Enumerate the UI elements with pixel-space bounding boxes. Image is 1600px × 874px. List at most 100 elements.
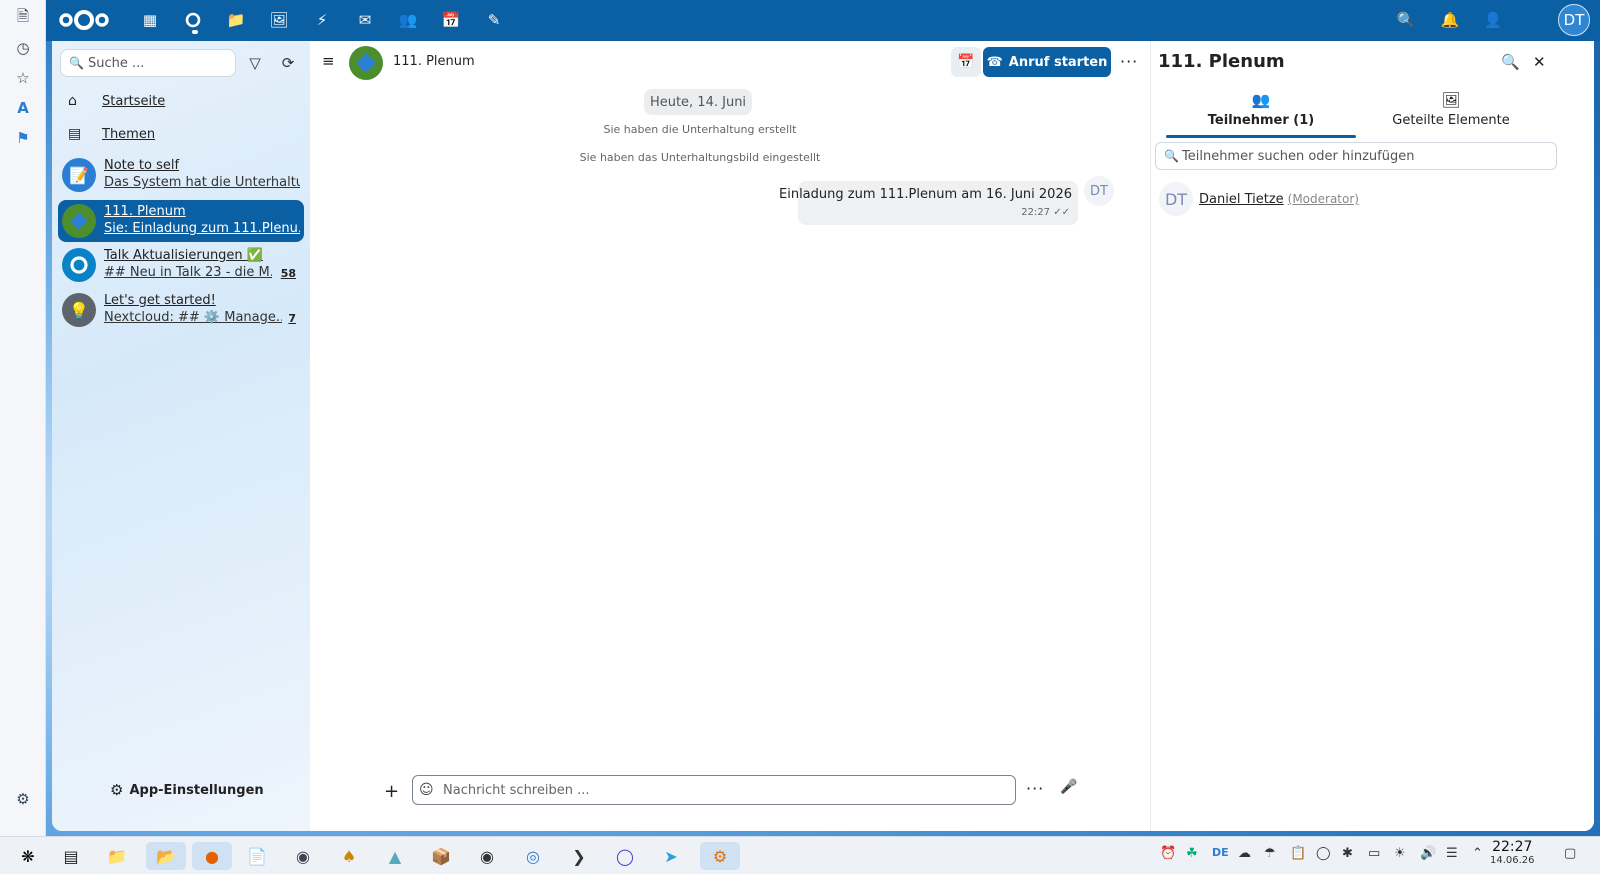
archive-icon[interactable]: 📦 <box>427 842 455 870</box>
system-clock[interactable]: 22:27 14.06.26 <box>1490 839 1535 866</box>
participant-avatar: DT <box>1159 182 1193 216</box>
tray-app-icon[interactable]: ☘ <box>1186 846 1198 861</box>
cards-icon[interactable]: ♠ <box>335 842 363 870</box>
alarm-icon[interactable]: ⏰ <box>1160 846 1176 861</box>
participant-row[interactable]: DT Daniel Tietze (Moderator) <box>1159 181 1359 217</box>
file-dialog-icon[interactable]: 📂 <box>146 842 186 870</box>
browser-icon[interactable]: ◎ <box>519 842 547 870</box>
message-time-text: 22:27 <box>1021 207 1051 218</box>
photos-icon[interactable]: 🖼 <box>268 9 290 31</box>
search-icon[interactable]: 🔍 <box>1501 53 1520 71</box>
disk-icon[interactable]: ◉ <box>289 842 317 870</box>
tag-icon[interactable]: ⚑ <box>12 127 34 149</box>
spy-icon[interactable]: ◉ <box>473 842 501 870</box>
vpn-icon[interactable]: ◯ <box>1316 846 1331 861</box>
mail-icon[interactable]: ✉ <box>354 9 376 31</box>
conversation-title: Talk Aktualisierungen ✅ <box>104 248 263 263</box>
gear-icon[interactable]: ⚙ <box>12 788 34 810</box>
cloud-sync-icon[interactable]: ☂ <box>1264 846 1276 861</box>
star-icon[interactable]: ☆ <box>12 67 34 89</box>
conversation-item[interactable]: 📝 Note to self Das System hat die Unterh… <box>58 154 304 196</box>
nav-startseite[interactable]: ⌂ Startseite <box>68 89 165 113</box>
toggle-sidebar-icon[interactable]: ≡ <box>322 52 335 70</box>
message-input[interactable]: ☺ Nachricht schreiben ... <box>412 775 1016 805</box>
firefox-icon[interactable]: ● <box>192 842 232 870</box>
bluetooth-icon[interactable]: ✱ <box>1342 846 1353 861</box>
wifi-icon[interactable]: ☰ <box>1446 846 1458 861</box>
start-call-button[interactable]: ☎ Anruf starten <box>983 47 1111 77</box>
system-message: Sie haben das Unterhaltungsbild eingeste… <box>579 151 821 164</box>
search-icon[interactable]: 🔍 <box>1395 9 1417 31</box>
more-options-icon[interactable]: ··· <box>1120 52 1138 71</box>
app-settings-button[interactable]: ⚙ App-Einstellungen <box>110 781 264 799</box>
tab-participants[interactable]: 👥 Teilnehmer (1) <box>1166 91 1356 137</box>
document-icon[interactable]: 📄 <box>243 842 271 870</box>
settings-app-icon[interactable]: ⚙ <box>700 842 740 870</box>
participant-name: Daniel Tietze <box>1199 191 1284 207</box>
bell-icon[interactable]: 🔔 <box>1439 9 1461 31</box>
read-check-icon: ✓✓ <box>1053 207 1070 218</box>
participants-icon: 👥 <box>1251 91 1271 109</box>
message-placeholder: Nachricht schreiben ... <box>443 783 590 798</box>
topics-icon: ▤ <box>68 126 82 142</box>
conversation-avatar[interactable] <box>349 46 383 80</box>
composer-more-icon[interactable]: ··· <box>1026 779 1044 798</box>
filter-icon[interactable]: ▽ <box>243 51 267 75</box>
conversation-preview: Das System hat die Unterhaltu... <box>104 175 300 190</box>
conversation-item[interactable]: Talk Aktualisierungen ✅ ## Neu in Talk 2… <box>58 244 304 286</box>
launcher-icon[interactable]: ❋ <box>14 842 42 870</box>
translate-icon[interactable]: A <box>12 97 34 119</box>
conversation-item[interactable]: 💡 Let's get started! Nextcloud: ## ⚙️ Ma… <box>58 289 304 331</box>
files-icon[interactable]: 📁 <box>225 9 247 31</box>
notes-icon[interactable]: 🗎 <box>12 7 34 29</box>
telegram-icon[interactable]: ➤ <box>657 842 685 870</box>
cloud-icon[interactable]: ☁ <box>1238 846 1251 861</box>
volume-icon[interactable]: 🔊 <box>1420 846 1436 861</box>
file-manager-icon[interactable]: 📁 <box>103 842 131 870</box>
search-icon: 🔍 <box>1164 149 1179 163</box>
conversation-item-active[interactable]: 111. Plenum Sie: Einladung zum 111.Plenu… <box>58 200 304 242</box>
user-avatar[interactable]: DT <box>1558 4 1590 36</box>
contacts-menu-icon[interactable]: 👤 <box>1482 9 1504 31</box>
chat-title[interactable]: 111. Plenum <box>393 54 475 69</box>
show-desktop-icon[interactable]: ▢ <box>1564 846 1576 861</box>
tab-label: Geteilte Elemente <box>1392 113 1510 128</box>
message-composer: + ☺ Nachricht schreiben ... ··· 🎤 <box>310 771 1150 831</box>
participant-search-input[interactable]: 🔍 Teilnehmer suchen oder hinzufügen <box>1155 142 1557 170</box>
dashboard-icon[interactable]: ▦ <box>139 9 161 31</box>
calendar-icon[interactable]: 📅 <box>951 47 981 77</box>
microphone-icon[interactable]: 🎤 <box>1060 779 1077 795</box>
keyboard-layout-indicator[interactable]: DE <box>1212 846 1229 859</box>
battery-icon[interactable]: ▭ <box>1368 846 1380 861</box>
tray-expand-icon[interactable]: ⌃ <box>1472 846 1483 861</box>
close-icon[interactable]: ✕ <box>1533 53 1546 71</box>
search-input[interactable]: 🔍 Suche ... <box>60 49 236 77</box>
search-icon: 🔍 <box>69 56 84 70</box>
start-call-label: Anruf starten <box>1008 54 1108 70</box>
clock-icon[interactable]: ◷ <box>12 37 34 59</box>
active-tab-indicator <box>1166 135 1356 138</box>
phone-icon: ☎ <box>986 54 1003 70</box>
tab-shared-items[interactable]: 🖼 Geteilte Elemente <box>1356 91 1546 137</box>
new-conversation-icon[interactable]: ⟳ <box>276 51 300 75</box>
console-icon[interactable]: ❯ <box>565 842 593 870</box>
nav-themen[interactable]: ▤ Themen <box>68 122 155 146</box>
notes-edit-icon[interactable]: ✎ <box>483 9 505 31</box>
terminal-window-icon[interactable]: ▤ <box>57 842 85 870</box>
talk-icon[interactable] <box>182 9 204 31</box>
calendar-icon[interactable]: 📅 <box>440 9 462 31</box>
nextcloud-logo[interactable] <box>56 7 112 33</box>
add-attachment-icon[interactable]: + <box>384 781 399 802</box>
brightness-icon[interactable]: ☀ <box>1394 846 1406 861</box>
contacts-icon[interactable]: 👥 <box>397 9 419 31</box>
emoji-icon[interactable]: ☺ <box>419 782 434 798</box>
message-bubble[interactable]: Einladung zum 111.Plenum am 16. Juni 202… <box>779 181 1078 225</box>
activity-icon[interactable]: ⚡ <box>311 9 333 31</box>
gear-icon: ⚙ <box>110 781 124 799</box>
app-settings-label: App-Einstellungen <box>129 782 264 798</box>
nextcloud-talk-icon[interactable]: ◯ <box>611 842 639 870</box>
clipboard-icon[interactable]: 📋 <box>1290 846 1306 861</box>
image-viewer-icon[interactable]: ▲ <box>381 842 409 870</box>
nav-label: Startseite <box>102 93 166 109</box>
message-author-avatar[interactable]: DT <box>1084 176 1114 206</box>
